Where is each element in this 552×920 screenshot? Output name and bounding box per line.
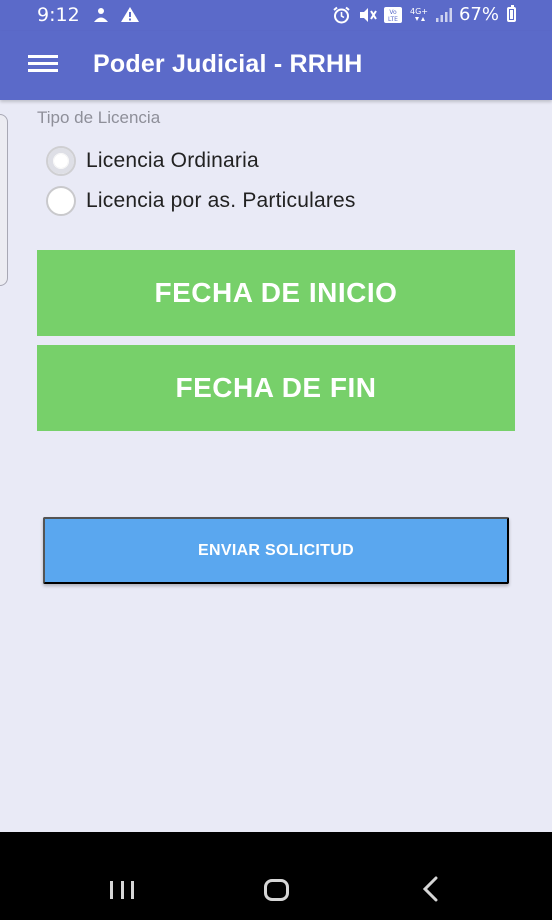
svg-text:4G+: 4G+ bbox=[410, 7, 428, 16]
alarm-icon bbox=[333, 6, 350, 23]
end-date-button[interactable]: FECHA DE FIN bbox=[37, 345, 515, 431]
hamburger-menu-icon[interactable] bbox=[28, 55, 58, 75]
app-title: Poder Judicial - RRHH bbox=[93, 50, 363, 78]
back-icon[interactable] bbox=[419, 875, 443, 903]
warning-icon bbox=[121, 7, 139, 22]
radio-licencia-ordinaria[interactable]: Licencia Ordinaria bbox=[46, 146, 259, 176]
status-right-icons: Vo LTE 4G+ 67% bbox=[332, 4, 516, 25]
home-icon[interactable] bbox=[264, 879, 289, 901]
volte-icon: Vo LTE bbox=[383, 6, 402, 23]
submit-request-button[interactable]: ENVIAR SOLICITUD bbox=[43, 517, 509, 584]
radio-label: Licencia Ordinaria bbox=[86, 149, 259, 172]
radio-licencia-particulares[interactable]: Licencia por as. Particulares bbox=[46, 186, 356, 216]
svg-text:LTE: LTE bbox=[388, 16, 398, 23]
leave-type-label: Tipo de Licencia bbox=[37, 108, 161, 127]
4g-icon: 4G+ bbox=[410, 7, 428, 21]
radio-button-checked[interactable] bbox=[46, 146, 76, 176]
radio-label: Licencia por as. Particulares bbox=[86, 189, 356, 212]
mute-icon bbox=[359, 7, 377, 22]
svg-text:Vo: Vo bbox=[389, 9, 397, 16]
signal-icon bbox=[435, 7, 452, 22]
recent-apps-icon[interactable] bbox=[110, 881, 134, 899]
status-bar: 9:12 Vo LTE 4G+ 67% bbox=[0, 0, 552, 31]
app-bar: Poder Judicial - RRHH bbox=[0, 31, 552, 100]
status-left-icons bbox=[92, 6, 140, 23]
system-nav-bar bbox=[0, 832, 552, 920]
person-notification-icon bbox=[94, 7, 108, 22]
drawer-edge-handle[interactable] bbox=[0, 114, 8, 286]
status-time: 9:12 bbox=[37, 4, 80, 26]
battery-percentage: 67% bbox=[458, 4, 499, 25]
start-date-button[interactable]: FECHA DE INICIO bbox=[37, 250, 515, 336]
radio-button[interactable] bbox=[46, 186, 76, 216]
battery-icon bbox=[507, 5, 516, 22]
